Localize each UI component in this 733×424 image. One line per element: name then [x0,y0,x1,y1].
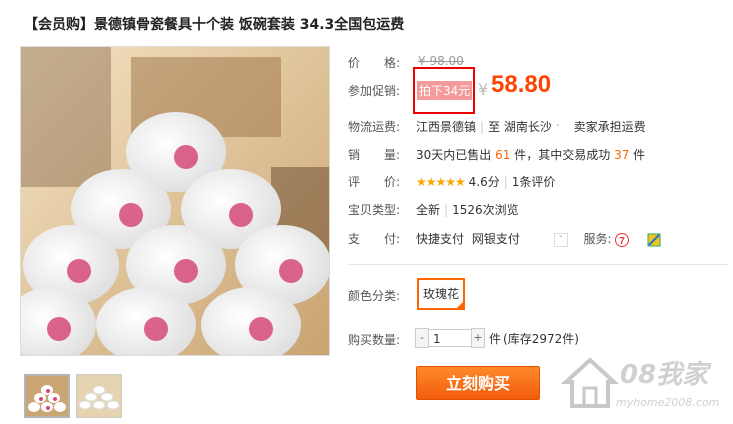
sales-text-b: 件，其中交易成功 [514,148,611,162]
section-divider [348,264,728,265]
ship-to: 湖南长沙 [503,120,552,134]
shipping-fee: 卖家承担运费 [573,120,646,134]
thumbnail-2[interactable] [76,374,122,418]
thumbnail-image-2 [77,375,121,417]
rating-info: ★★★★★ 4.6分 | 1条评价 [416,175,556,189]
sold-count: 61 [495,148,511,162]
svg-text:7: 7 [620,236,626,247]
view-count: 1526次浏览 [452,203,519,217]
payment-option-express: 快捷支付 [416,232,465,246]
quantity-stepper: - 1 + 件 (库存2972件) [415,328,579,348]
main-product-image[interactable] [20,46,330,356]
quantity-plus-button[interactable]: + [471,328,485,348]
item-type-info: 全新 | 1526次浏览 [416,203,519,217]
rating-label: 评 价: [348,175,401,189]
item-type-label: 宝贝类型: [348,203,401,217]
watermark-logo: 08我家 myhome2008.com [558,340,728,420]
chevron-down-icon: ˇ [555,124,560,133]
logistics-label: 物流运费: [348,120,401,134]
quantity-unit: 件 [489,331,502,346]
thumbnail-1[interactable] [24,374,70,418]
selected-check-icon [455,300,465,310]
payment-dropdown[interactable]: ˇ [553,232,568,247]
service-label: 服务: [583,232,612,246]
quantity-label: 购买数量: [348,333,401,347]
credit-card-icon[interactable] [647,233,661,247]
color-option-rose[interactable]: 玫瑰花 [417,278,465,310]
product-title: 【会员购】景德镇骨瓷餐具十个装 饭碗套装 34.3全国包运费 [24,17,405,33]
product-photo [21,47,329,355]
item-condition: 全新 [416,203,441,217]
promo-price: 58.80 [491,71,552,98]
promo-label: 参加促销: [348,84,401,98]
ship-to-prefix: 至 [488,120,501,134]
star-rating-icon: ★★★★★ [416,175,466,189]
sales-text-c: 件 [633,148,646,162]
review-count-link[interactable]: 1条评价 [512,175,556,189]
promo-highlight-box [413,67,475,114]
price-label: 价 格: [348,56,401,70]
original-price: ¥ 98.00 [418,54,464,68]
payment-option-bank: 网银支付 [471,232,520,246]
logistics-info: 江西景德镇 | 至 湖南长沙 ˇ 卖家承担运费 [416,120,646,134]
payment-info: 快捷支付 网银支付 ˇ 服务: 7 [416,230,661,247]
rating-score: 4.6分 [468,175,500,189]
seven-day-return-icon[interactable]: 7 [615,232,630,247]
currency-symbol: ¥ [478,80,489,99]
watermark-url: myhome2008.com [616,396,720,409]
color-label: 颜色分类: [348,289,401,303]
watermark-brand: 08我家 [620,360,709,390]
thumbnail-image-1 [26,376,68,416]
sales-label: 销 量: [348,148,401,162]
quantity-minus-button[interactable]: - [415,328,429,348]
payment-label: 支 付: [348,232,401,246]
ship-from: 江西景德镇 [416,120,477,134]
ship-to-selector[interactable]: 湖南长沙 ˇ [504,120,560,134]
sales-text-a: 30天内已售出 [416,148,492,162]
buy-now-button[interactable]: 立刻购买 [416,366,540,400]
color-option-label: 玫瑰花 [422,287,459,301]
success-count: 37 [614,148,630,162]
quantity-input[interactable]: 1 [429,329,471,347]
sales-info: 30天内已售出 61 件，其中交易成功 37 件 [416,146,645,163]
